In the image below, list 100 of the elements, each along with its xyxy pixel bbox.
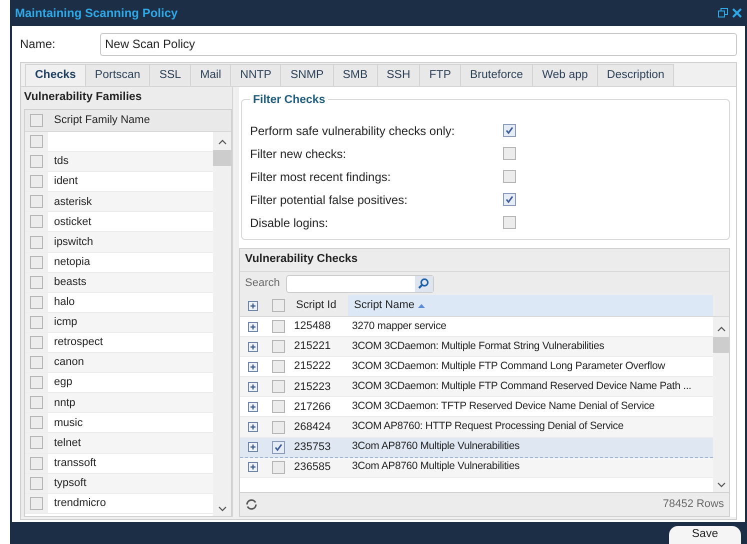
script-id: 125488	[293, 319, 332, 334]
family-name[interactable]: beasts	[48, 274, 92, 290]
checkbox[interactable]	[503, 147, 516, 160]
scroll-thumb[interactable]	[713, 337, 729, 353]
family-name[interactable]: halo	[48, 294, 81, 311]
checkbox[interactable]	[30, 336, 43, 349]
checkbox[interactable]	[503, 193, 516, 206]
tab[interactable]: NNTP	[230, 64, 282, 86]
search-icon[interactable]	[414, 276, 433, 292]
tab[interactable]: Mail	[190, 64, 232, 86]
tab[interactable]: Checks	[25, 64, 86, 86]
expand-icon[interactable]	[248, 422, 258, 432]
expand-icon[interactable]	[248, 382, 258, 392]
checkbox[interactable]	[272, 360, 284, 374]
family-name[interactable]: egp	[48, 374, 78, 391]
script-id: 268424	[293, 420, 332, 435]
script-name: 3Com AP8760 Multiple Vulnerabilities	[351, 459, 521, 474]
tab[interactable]: Bruteforce	[460, 64, 534, 86]
close-icon[interactable]	[732, 8, 742, 18]
expand-icon[interactable]	[248, 442, 258, 452]
scrollbar[interactable]	[713, 317, 729, 492]
tab[interactable]: SNMP	[280, 64, 334, 86]
checkbox[interactable]	[30, 195, 43, 208]
checkbox[interactable]	[30, 416, 43, 430]
checkbox[interactable]	[30, 356, 43, 370]
checkbox[interactable]	[30, 114, 43, 127]
checkbox[interactable]	[30, 476, 43, 490]
table-row[interactable]: 235753 3Com AP8760 Multiple Vulnerabilities	[240, 438, 713, 458]
checkbox[interactable]	[30, 436, 43, 450]
checkbox[interactable]	[30, 175, 43, 188]
tab[interactable]: SSL	[149, 64, 192, 86]
table-row[interactable]: 268424 3COM AP8760: HTTP Request Processing Denial of Service	[240, 417, 713, 438]
table-row[interactable]: 217266 3COM 3CDaemon: TFTP Reserved Device Name Denial of Service	[240, 397, 713, 418]
checkbox[interactable]	[272, 420, 284, 434]
family-name[interactable]: icmp	[48, 314, 84, 331]
restore-icon[interactable]	[718, 8, 728, 18]
checkbox[interactable]	[30, 215, 43, 228]
family-name[interactable]: typsoft	[48, 474, 92, 492]
tab[interactable]: SSH	[376, 64, 420, 86]
tab[interactable]: Description	[596, 64, 674, 86]
scroll-up-icon[interactable]	[716, 326, 726, 332]
checkbox[interactable]	[272, 400, 284, 414]
tab[interactable]: SMB	[332, 64, 378, 86]
checkbox[interactable]	[30, 296, 43, 309]
checkbox[interactable]	[30, 396, 43, 410]
column-header[interactable]: Script Name	[348, 295, 713, 316]
checkbox[interactable]	[503, 124, 516, 137]
checkbox[interactable]	[272, 440, 284, 454]
table-row[interactable]: 125488 3270 mapper service	[240, 317, 713, 338]
checkbox[interactable]	[30, 155, 43, 168]
checkbox[interactable]	[30, 316, 43, 329]
checkbox[interactable]	[30, 135, 43, 148]
scroll-down-icon[interactable]	[218, 506, 226, 512]
tab[interactable]: Web app	[532, 64, 598, 86]
checkbox[interactable]	[503, 170, 516, 183]
checkbox[interactable]	[272, 460, 284, 474]
family-name[interactable]: telnet	[48, 434, 87, 452]
expand-icon[interactable]	[248, 362, 258, 372]
table-row[interactable]: 215221 3COM 3CDaemon: Multiple Format String Vulnerabilities	[240, 337, 713, 358]
scroll-down-icon[interactable]	[716, 482, 726, 488]
tab[interactable]: Portscan	[84, 64, 150, 86]
family-name[interactable]: music	[48, 414, 89, 432]
scrollbar[interactable]	[213, 132, 231, 516]
tab[interactable]: FTP	[419, 64, 462, 86]
family-name[interactable]: canon	[48, 354, 90, 371]
checkbox[interactable]	[30, 456, 43, 470]
expand-icon[interactable]	[248, 322, 258, 332]
checkbox[interactable]	[272, 340, 284, 354]
checkbox[interactable]	[272, 299, 284, 312]
family-name[interactable]: netopia	[48, 254, 96, 270]
checkbox[interactable]	[272, 320, 284, 334]
family-name[interactable]: nntp	[48, 394, 82, 412]
table-row[interactable]: 236585 3Com AP8760 Multiple Vulnerabilities	[240, 458, 713, 478]
expand-icon[interactable]	[248, 462, 258, 472]
family-name[interactable]: trendmicro	[48, 494, 112, 512]
scroll-up-icon[interactable]	[218, 139, 226, 145]
checkbox[interactable]	[30, 276, 43, 289]
checkbox[interactable]	[30, 236, 43, 249]
checkbox[interactable]	[30, 496, 43, 510]
family-name[interactable]: transsoft	[48, 454, 102, 472]
column-header[interactable]: Script Id	[290, 297, 348, 314]
expand-icon[interactable]	[248, 342, 258, 352]
checkbox[interactable]	[272, 380, 284, 394]
save-button[interactable]: Save	[669, 526, 741, 544]
table-row[interactable]: 215223 3COM 3CDaemon: Multiple FTP Command Reserved Device Name Path ...	[240, 377, 713, 398]
checkbox[interactable]	[30, 256, 43, 269]
family-name[interactable]: osticket	[48, 214, 98, 230]
family-name[interactable]: retrospect	[48, 334, 109, 351]
expand-icon[interactable]	[248, 300, 258, 310]
expand-icon[interactable]	[248, 402, 258, 412]
table-row[interactable]: 215222 3COM 3CDaemon: Multiple FTP Command Long Parameter Overflow	[240, 357, 713, 378]
name-field[interactable]: New Scan Policy	[100, 32, 737, 56]
family-name[interactable]: ident	[48, 173, 84, 190]
family-name[interactable]: tds	[48, 153, 75, 170]
script-name: 3270 mapper service	[351, 318, 448, 334]
refresh-icon[interactable]	[245, 498, 258, 511]
scroll-thumb[interactable]	[213, 150, 231, 166]
checkbox[interactable]	[30, 376, 43, 390]
search-field[interactable]	[286, 274, 434, 292]
checkbox[interactable]	[503, 216, 516, 229]
